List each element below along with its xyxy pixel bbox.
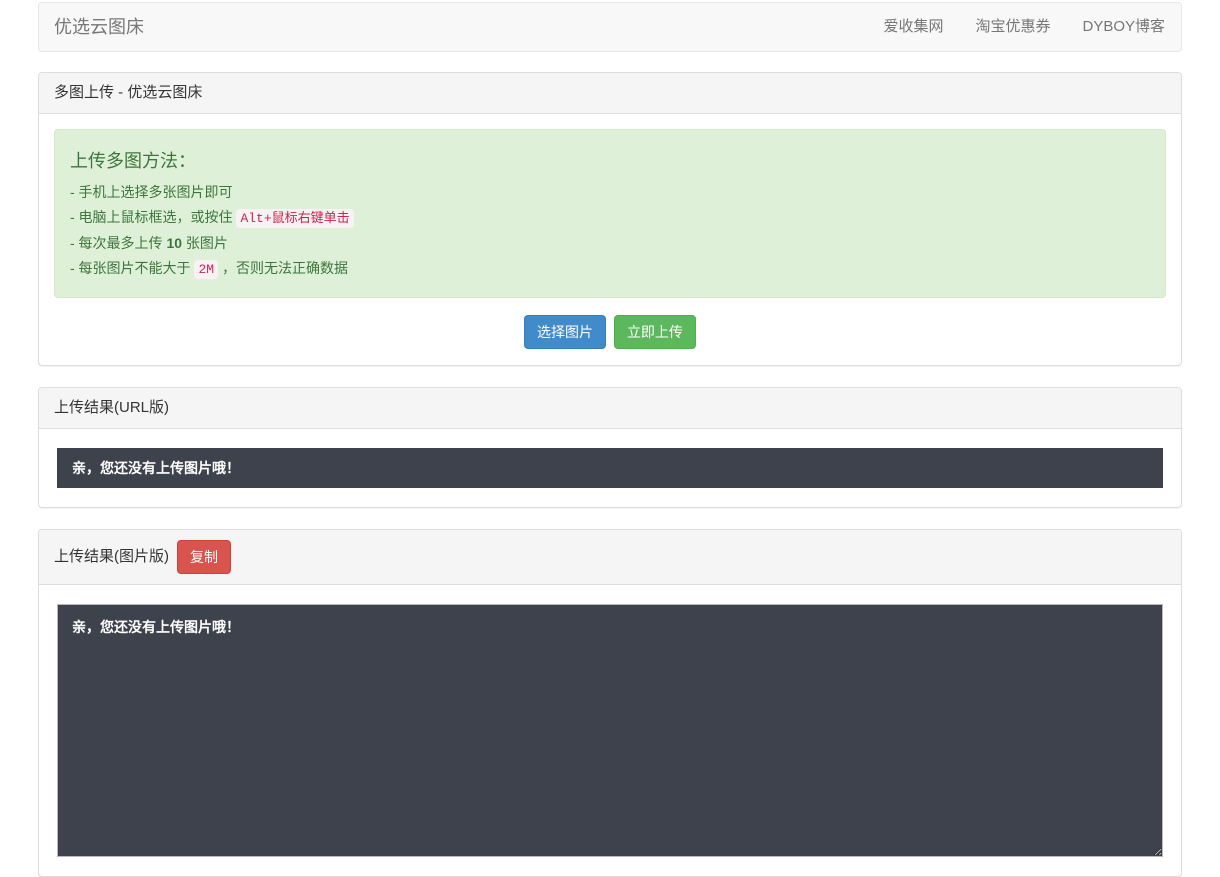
url-result-box: 亲，您还没有上传图片哦！ xyxy=(57,448,1163,488)
nav-link-dyboy-blog[interactable]: DYBOY博客 xyxy=(1066,3,1181,51)
max-size-code: 2M xyxy=(194,260,218,279)
image-result-panel-title: 上传结果(图片版) xyxy=(54,547,169,567)
image-result-textarea[interactable]: 亲，您还没有上传图片哦！ xyxy=(57,604,1163,857)
url-result-panel-title: 上传结果(URL版) xyxy=(54,399,169,416)
url-result-panel: 上传结果(URL版) 亲，您还没有上传图片哦！ xyxy=(38,387,1182,508)
upload-panel-body: 上传多图方法： - 手机上选择多张图片即可 - 电脑上鼠标框选，或按住 Alt+… xyxy=(39,114,1181,365)
upload-panel: 多图上传 - 优选云图床 上传多图方法： - 手机上选择多张图片即可 - 电脑上… xyxy=(38,72,1182,366)
choose-images-button[interactable]: 选择图片 xyxy=(524,315,606,349)
nav-link-aishouji[interactable]: 爱收集网 xyxy=(867,3,959,51)
page-container: 优选云图床 爱收集网 淘宝优惠券 DYBOY博客 多图上传 - 优选云图床 上传… xyxy=(38,2,1182,877)
image-result-panel-body: 亲，您还没有上传图片哦！ xyxy=(39,585,1181,876)
instruction-line-3: - 每次最多上传 10 张图片 xyxy=(70,231,1150,256)
upload-instructions-alert: 上传多图方法： - 手机上选择多张图片即可 - 电脑上鼠标框选，或按住 Alt+… xyxy=(54,129,1166,298)
image-result-panel-heading: 上传结果(图片版) 复制 xyxy=(39,530,1181,585)
upload-now-button[interactable]: 立即上传 xyxy=(614,315,696,349)
url-result-empty-message: 亲，您还没有上传图片哦！ xyxy=(72,460,240,476)
url-result-panel-heading: 上传结果(URL版) xyxy=(39,388,1181,429)
upload-panel-heading: 多图上传 - 优选云图床 xyxy=(39,73,1181,114)
instructions-heading: 上传多图方法： xyxy=(70,147,1150,173)
copy-button[interactable]: 复制 xyxy=(177,540,231,574)
max-count-value: 10 xyxy=(166,235,182,251)
instruction-line-4: - 每张图片不能大于 2M ，否则无法正确数据 xyxy=(70,256,1150,282)
navbar-links: 爱收集网 淘宝优惠券 DYBOY博客 xyxy=(867,3,1181,51)
upload-buttons-row: 选择图片 立即上传 xyxy=(54,314,1166,350)
instruction-line-1: - 手机上选择多张图片即可 xyxy=(70,180,1150,205)
brand-link[interactable]: 优选云图床 xyxy=(39,3,159,51)
upload-panel-title: 多图上传 - 优选云图床 xyxy=(54,84,202,101)
nav-link-taobao-coupon[interactable]: 淘宝优惠券 xyxy=(959,3,1066,51)
navbar: 优选云图床 爱收集网 淘宝优惠券 DYBOY博客 xyxy=(38,2,1182,52)
image-result-panel: 上传结果(图片版) 复制 亲，您还没有上传图片哦！ xyxy=(38,529,1182,877)
url-result-panel-body: 亲，您还没有上传图片哦！ xyxy=(39,429,1181,507)
alt-right-click-code: Alt+鼠标右键单击 xyxy=(236,209,353,228)
instruction-line-2: - 电脑上鼠标框选，或按住 Alt+鼠标右键单击 xyxy=(70,205,1150,231)
